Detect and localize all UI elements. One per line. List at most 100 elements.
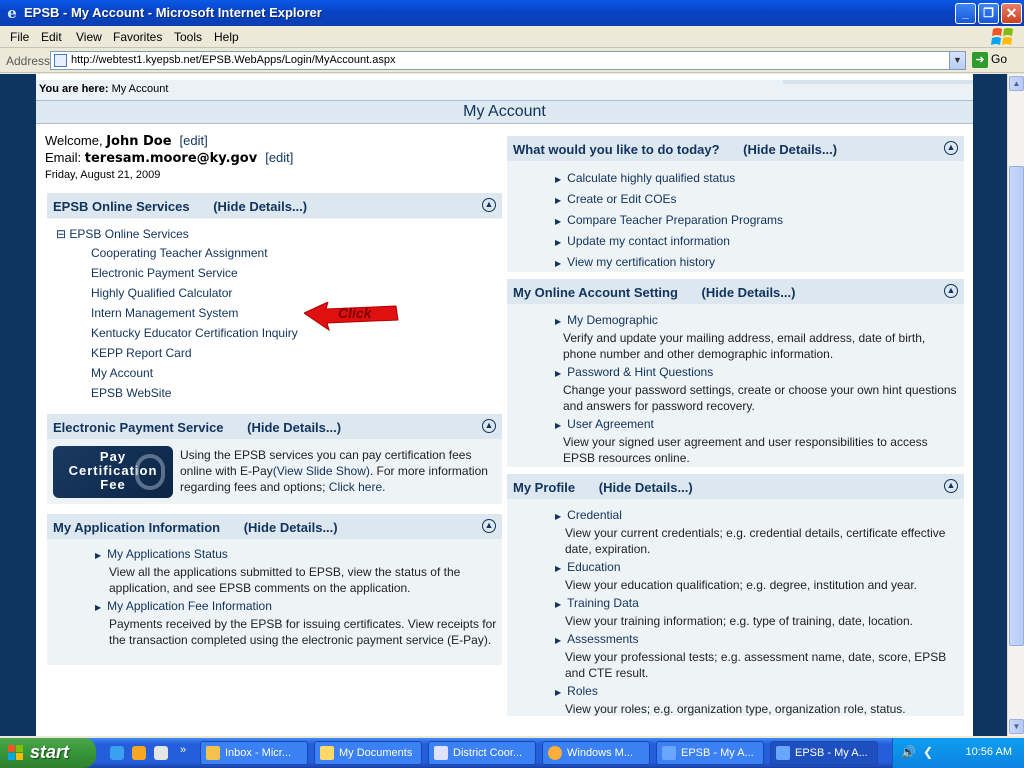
credential-link[interactable]: ▶ Credential [555, 507, 960, 525]
collapse-icon[interactable]: ▲ [482, 519, 496, 533]
tree-toggle-icon[interactable]: ⊟ [56, 227, 66, 241]
collapse-icon[interactable]: ▲ [482, 198, 496, 212]
service-link-certification-inquiry[interactable]: Kentucky Educator Certification Inquiry [91, 326, 298, 340]
ie-quicklaunch-icon[interactable] [110, 746, 124, 760]
service-link-kepp-report-card[interactable]: KEPP Report Card [91, 346, 192, 360]
tree-root[interactable]: ⊟ EPSB Online Services [56, 226, 189, 242]
taskbar-button-epsb-2[interactable]: EPSB - My A... [770, 741, 878, 765]
training-data-link[interactable]: ▶ Training Data [555, 595, 960, 613]
education-link[interactable]: ▶ Education [555, 559, 960, 577]
page-title: My Account [36, 100, 973, 124]
account-setting-hide-link[interactable]: (Hide Details...) [702, 285, 796, 300]
my-demographic-link[interactable]: ▶ My Demographic [555, 312, 960, 330]
password-hint-link[interactable]: ▶ Password & Hint Questions [555, 364, 960, 382]
address-dropdown-button[interactable]: ▼ [949, 52, 965, 69]
bullet-icon: ▶ [555, 600, 562, 609]
address-url[interactable]: http://webtest1.kyepsb.net/EPSB.WebApps/… [71, 54, 395, 66]
scroll-thumb[interactable] [1009, 166, 1024, 646]
application-fee-desc: Payments received by the EPSB for issuin… [109, 617, 497, 647]
click-here-link[interactable]: Click here. [329, 480, 386, 494]
profile-hide-link[interactable]: (Hide Details...) [599, 480, 693, 495]
taskbar-button-documents[interactable]: My Documents [314, 741, 422, 765]
today-link-calculate[interactable]: ▶ Calculate highly qualified status [555, 170, 735, 188]
collapse-icon[interactable]: ▲ [944, 284, 958, 298]
service-link-my-account[interactable]: My Account [91, 366, 153, 380]
today-link-coes[interactable]: ▶ Create or Edit COEs [555, 191, 677, 209]
outlook-quicklaunch-icon[interactable] [132, 746, 146, 760]
close-button[interactable]: ✕ [1001, 3, 1022, 24]
today-hide-link[interactable]: (Hide Details...) [743, 142, 837, 157]
my-demographic-label[interactable]: My Demographic [567, 313, 658, 327]
password-hint-label[interactable]: Password & Hint Questions [567, 365, 713, 379]
application-fee-link[interactable]: ▶ My Application Fee Information [95, 598, 500, 616]
today-link-label[interactable]: Compare Teacher Preparation Programs [567, 213, 783, 227]
online-services-hide-link[interactable]: (Hide Details...) [213, 199, 307, 214]
my-demographic-desc: Verify and update your mailing address, … [563, 331, 926, 361]
assessments-link[interactable]: ▶ Assessments [555, 631, 960, 649]
application-fee-label[interactable]: My Application Fee Information [107, 599, 272, 613]
today-header: What would you like to do today? (Hide D… [507, 134, 964, 161]
application-hide-link[interactable]: (Hide Details...) [244, 520, 338, 535]
applications-status-label[interactable]: My Applications Status [107, 547, 228, 561]
today-link-label[interactable]: Calculate highly qualified status [567, 171, 735, 185]
quicklaunch-more-icon[interactable]: » [180, 744, 186, 756]
bullet-icon: ▶ [555, 421, 562, 430]
taskbar-button-district[interactable]: District Coor... [428, 741, 536, 765]
service-link-highly-qualified[interactable]: Highly Qualified Calculator [91, 286, 232, 300]
edit-name-link[interactable]: [edit] [180, 133, 208, 148]
pay-certification-fee-logo[interactable]: Pay Certification Fee [53, 446, 173, 498]
user-agreement-link[interactable]: ▶ User Agreement [555, 416, 960, 434]
today-link-history[interactable]: ▶ View my certification history [555, 254, 715, 272]
edit-email-link[interactable]: [edit] [265, 150, 293, 165]
arrow-label: Click [338, 305, 373, 321]
collapse-icon[interactable]: ▲ [944, 479, 958, 493]
service-link-electronic-payment[interactable]: Electronic Payment Service [91, 266, 238, 280]
today-link-contact[interactable]: ▶ Update my contact information [555, 233, 730, 251]
credential-label[interactable]: Credential [567, 508, 622, 522]
training-data-label[interactable]: Training Data [567, 596, 639, 610]
assessments-label[interactable]: Assessments [567, 632, 638, 646]
applications-status-link[interactable]: ▶ My Applications Status [95, 546, 500, 564]
payment-hide-link[interactable]: (Hide Details...) [247, 420, 341, 435]
start-button[interactable]: start [0, 738, 96, 768]
collapse-icon[interactable]: ▲ [482, 419, 496, 433]
service-link-epsb-website[interactable]: EPSB WebSite [91, 386, 171, 400]
today-link-label[interactable]: Update my contact information [567, 234, 730, 248]
menu-tools[interactable]: Tools [174, 30, 202, 44]
tray-arrow-icon[interactable]: ❮ [923, 745, 933, 759]
roles-label[interactable]: Roles [567, 684, 598, 698]
menu-file[interactable]: File [10, 30, 29, 44]
menu-edit[interactable]: Edit [41, 30, 62, 44]
today-link-compare[interactable]: ▶ Compare Teacher Preparation Programs [555, 212, 783, 230]
taskbar-button-epsb-1[interactable]: EPSB - My A... [656, 741, 764, 765]
collapse-icon[interactable]: ▲ [944, 141, 958, 155]
scroll-down-button[interactable]: ▼ [1009, 719, 1024, 734]
scroll-up-button[interactable]: ▲ [1009, 76, 1024, 91]
go-button[interactable]: ➜ Go [972, 52, 1007, 68]
today-link-label[interactable]: View my certification history [567, 255, 715, 269]
menu-help[interactable]: Help [214, 30, 239, 44]
roles-link[interactable]: ▶ Roles [555, 683, 960, 701]
view-slide-show-link[interactable]: (View Slide Show) [273, 464, 370, 478]
volume-icon[interactable]: 🔊 [901, 745, 916, 759]
list-item: ▶ User Agreement View your signed user ag… [555, 416, 960, 466]
service-link-cooperating-teacher[interactable]: Cooperating Teacher Assignment [91, 246, 268, 260]
service-link-intern-management[interactable]: Intern Management System [91, 306, 238, 320]
address-input[interactable]: http://webtest1.kyepsb.net/EPSB.WebApps/… [50, 51, 966, 70]
profile-panel: My Profile (Hide Details...) ▲ ▶ Credenti… [507, 472, 964, 716]
menu-favorites[interactable]: Favorites [113, 30, 162, 44]
taskbar-button-inbox[interactable]: Inbox - Micr... [200, 741, 308, 765]
today-link-label[interactable]: Create or Edit COEs [567, 192, 676, 206]
menu-view[interactable]: View [76, 30, 102, 44]
taskbar-button-windows-media[interactable]: Windows M... [542, 741, 650, 765]
windows-logo-icon [991, 28, 1013, 45]
education-label[interactable]: Education [567, 560, 620, 574]
minimize-button[interactable]: _ [955, 3, 976, 24]
vertical-scrollbar[interactable]: ▲ ▼ [1007, 74, 1024, 736]
maximize-button[interactable]: ❐ [978, 3, 999, 24]
training-data-desc: View your training information; e.g. typ… [565, 614, 913, 628]
swoosh-icon [135, 454, 165, 490]
media-quicklaunch-icon[interactable] [154, 746, 168, 760]
tree-root-label[interactable]: EPSB Online Services [69, 227, 188, 241]
user-agreement-label[interactable]: User Agreement [567, 417, 654, 431]
